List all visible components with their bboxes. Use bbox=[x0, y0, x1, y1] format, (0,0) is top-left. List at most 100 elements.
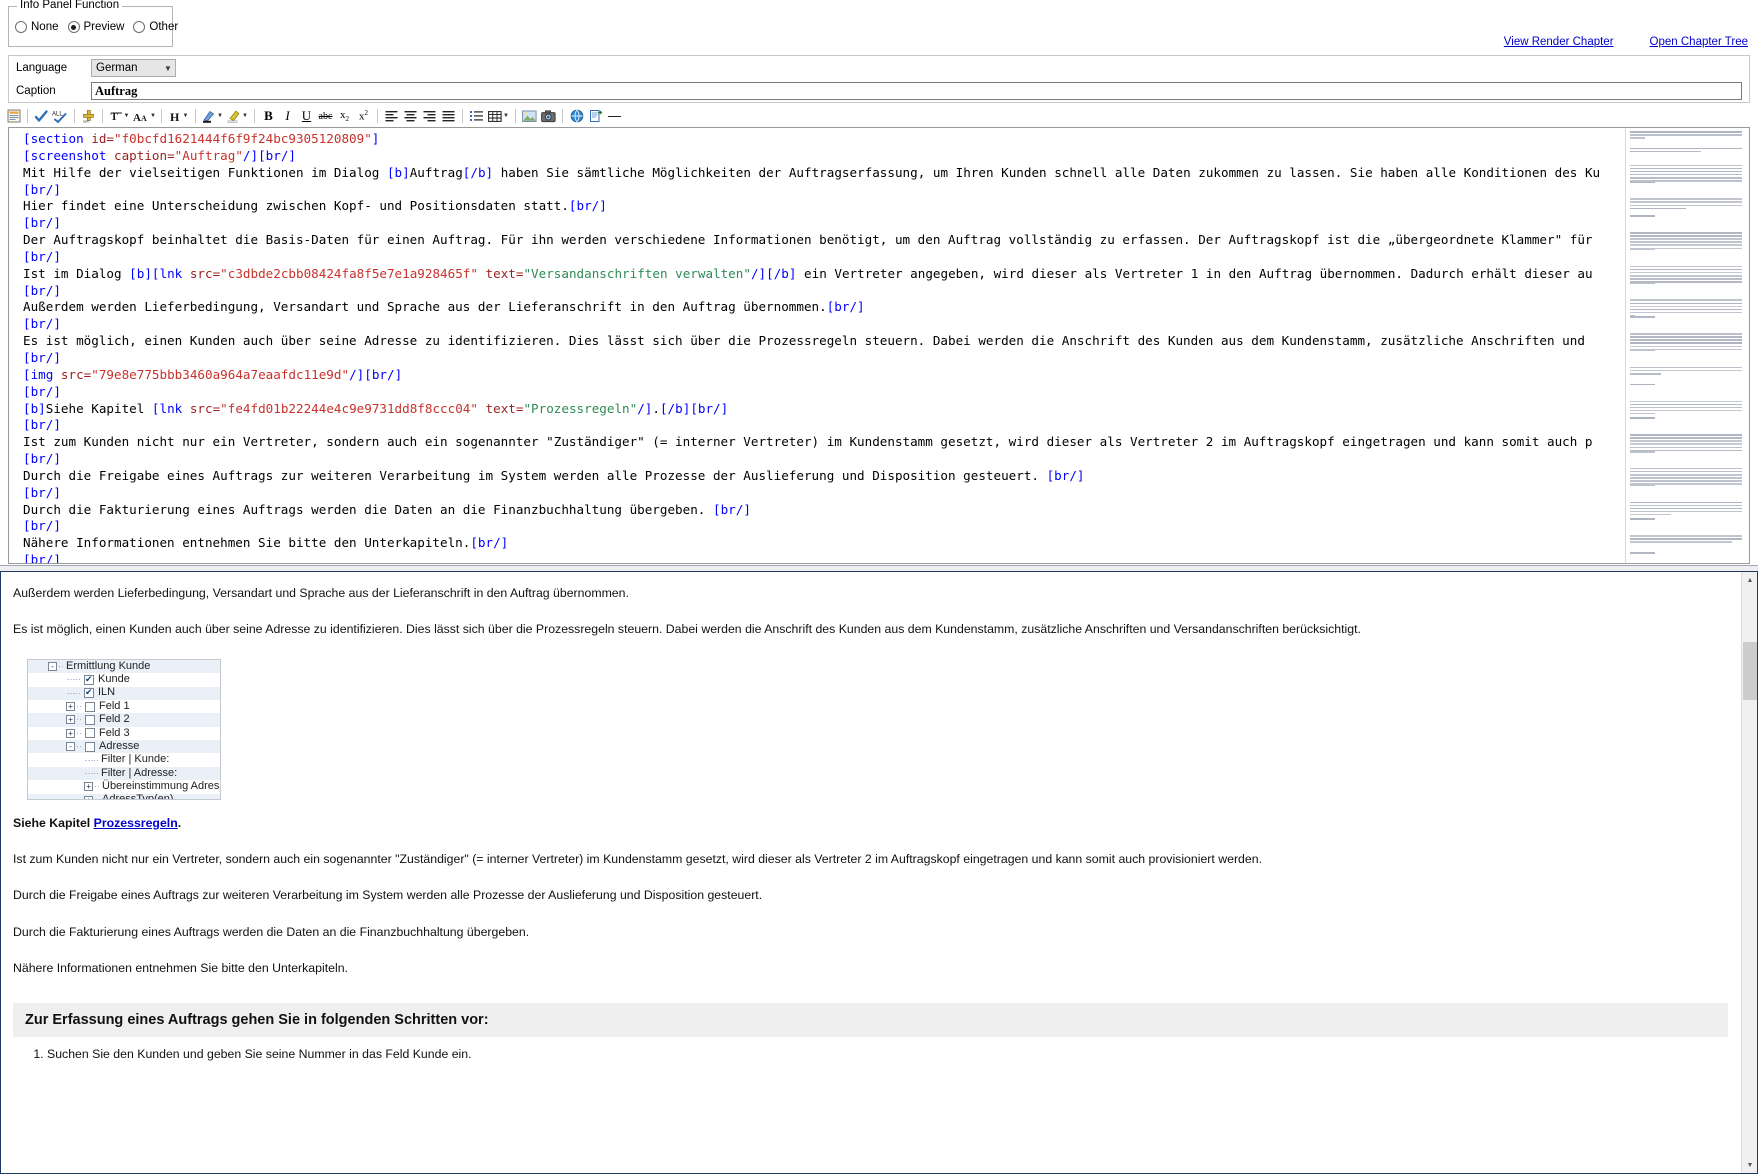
align-center-icon[interactable] bbox=[401, 107, 420, 125]
ermittlung-kunde-tree[interactable]: -··Ermittlung Kunde⋯··Kunde⋯··ILN+··Feld… bbox=[27, 659, 221, 800]
tree-node[interactable]: + ·· Feld 3 bbox=[28, 727, 220, 740]
align-right-icon[interactable] bbox=[420, 107, 439, 125]
prozessregeln-link[interactable]: Prozessregeln bbox=[94, 816, 178, 830]
preview-paragraph: Ist zum Kunden nicht nur ein Vertreter, … bbox=[13, 852, 1728, 867]
minimap-line bbox=[1626, 131, 1749, 148]
siehe-kapitel-prefix: Siehe Kapitel bbox=[13, 816, 94, 830]
tree-node-checkbox[interactable] bbox=[85, 715, 95, 725]
collapse-icon[interactable]: - bbox=[48, 662, 57, 671]
highlight-pen-icon[interactable]: ▼ bbox=[200, 107, 225, 125]
code-line: [br/] bbox=[23, 552, 1626, 563]
preview-vertical-scrollbar[interactable]: ▲ ▼ bbox=[1741, 572, 1757, 1173]
align-left-icon[interactable] bbox=[382, 107, 401, 125]
tree-node[interactable]: ⋯·· Kunde bbox=[28, 673, 220, 686]
code-line: Ist im Dialog [b][lnk src="c3dbde2cbb084… bbox=[23, 266, 1626, 283]
insert-section-icon[interactable] bbox=[4, 107, 23, 125]
chevron-down-icon[interactable]: ▼ bbox=[503, 113, 509, 119]
tree-node[interactable]: + ·· Feld 1 bbox=[28, 700, 220, 713]
expand-icon[interactable]: + bbox=[66, 729, 75, 738]
code-line: Durch die Freigabe eines Auftrags zur we… bbox=[23, 468, 1626, 485]
align-justify-icon[interactable] bbox=[439, 107, 458, 125]
tree-node[interactable]: +··AdressTyp(en) bbox=[28, 794, 220, 800]
tree-node-checkbox[interactable] bbox=[84, 675, 94, 685]
code-line: [br/] bbox=[23, 249, 1626, 266]
insert-section-marker-icon[interactable]: sec bbox=[79, 107, 98, 125]
chevron-down-icon[interactable]: ▼ bbox=[242, 113, 248, 119]
insert-image-icon[interactable] bbox=[520, 107, 539, 125]
code-line: Außerdem werden Lieferbedingung, Versand… bbox=[23, 299, 1626, 316]
caption-input[interactable] bbox=[91, 82, 1742, 100]
tree-node[interactable]: ⋯ ·· Filter | Adresse: bbox=[28, 767, 220, 780]
minimap-line bbox=[1626, 198, 1749, 215]
chevron-down-icon[interactable]: ▼ bbox=[124, 113, 130, 119]
tree-node[interactable]: + ·· Feld 2 bbox=[28, 713, 220, 726]
scrollbar-thumb[interactable] bbox=[1743, 642, 1757, 700]
spellcheck-icon[interactable] bbox=[32, 107, 51, 125]
collapse-icon[interactable]: - bbox=[66, 742, 75, 751]
tree-node-label: Adresse bbox=[98, 740, 139, 754]
code-minimap[interactable] bbox=[1625, 128, 1749, 563]
expand-icon[interactable]: + bbox=[66, 702, 75, 711]
code-line: [br/] bbox=[23, 451, 1626, 468]
spellcheck-all-icon[interactable]: ALL bbox=[51, 107, 70, 125]
top-links: View Render Chapter Open Chapter Tree bbox=[1504, 36, 1748, 48]
view-render-chapter-link[interactable]: View Render Chapter bbox=[1504, 36, 1614, 48]
insert-screenshot-icon[interactable] bbox=[539, 107, 558, 125]
tree-node[interactable]: - ·· Adresse bbox=[28, 740, 220, 753]
minimap-line bbox=[1626, 502, 1749, 519]
tree-node-checkbox[interactable] bbox=[84, 688, 94, 698]
tree-connector-icon: ·· bbox=[76, 714, 82, 725]
code-line: [br/] bbox=[23, 182, 1626, 199]
font-color-icon[interactable]: T ▼ bbox=[107, 107, 132, 125]
tree-connector-icon: ·· bbox=[76, 701, 82, 712]
code-line: [br/] bbox=[23, 518, 1626, 535]
tree-node-checkbox[interactable] bbox=[85, 742, 95, 752]
radio-other-indicator[interactable] bbox=[133, 21, 145, 33]
source-code-editor[interactable]: [section id="f0bcfd1621444f6f9f24bc93051… bbox=[8, 127, 1750, 564]
tree-connector-icon: ·· bbox=[94, 795, 100, 800]
svg-text:sec: sec bbox=[83, 118, 89, 123]
minimap-line bbox=[1626, 182, 1749, 199]
text-highlight-icon[interactable]: ▼ bbox=[225, 107, 250, 125]
superscript-icon[interactable]: x2 bbox=[354, 107, 373, 125]
expand-icon[interactable]: + bbox=[84, 796, 93, 800]
source-code-text[interactable]: [section id="f0bcfd1621444f6f9f24bc93051… bbox=[9, 128, 1626, 563]
tree-node-checkbox[interactable] bbox=[85, 702, 95, 712]
tree-node[interactable]: ⋯ ·· Filter | Kunde: bbox=[28, 753, 220, 766]
radio-option-none[interactable]: None bbox=[15, 21, 59, 33]
chevron-down-icon[interactable]: ▼ bbox=[183, 113, 189, 119]
tree-node[interactable]: + ·· Übereinstimmung Adresse bbox=[28, 780, 220, 793]
font-size-icon[interactable]: A A ▼ bbox=[132, 107, 157, 125]
horizontal-rule-icon[interactable]: — bbox=[605, 107, 624, 125]
tree-node-label: Filter | Kunde: bbox=[100, 753, 169, 767]
italic-icon[interactable]: I bbox=[278, 107, 297, 125]
radio-preview-indicator[interactable] bbox=[68, 21, 80, 33]
insert-link-icon[interactable] bbox=[567, 107, 586, 125]
expand-icon[interactable]: + bbox=[66, 715, 75, 724]
preview-pane: Außerdem werden Lieferbedingung, Versand… bbox=[0, 572, 1758, 1174]
radio-none-indicator[interactable] bbox=[15, 21, 27, 33]
radio-option-preview[interactable]: Preview bbox=[68, 21, 125, 33]
chevron-down-icon[interactable]: ▼ bbox=[150, 113, 156, 119]
scroll-up-icon[interactable]: ▲ bbox=[1742, 572, 1758, 588]
insert-reference-icon[interactable] bbox=[586, 107, 605, 125]
subscript-icon[interactable]: x2 bbox=[335, 107, 354, 125]
bullet-list-icon[interactable] bbox=[467, 107, 486, 125]
bold-icon[interactable]: B bbox=[259, 107, 278, 125]
tree-node[interactable]: ⋯·· ILN bbox=[28, 687, 220, 700]
strikethrough-icon[interactable]: abc bbox=[316, 107, 335, 125]
tree-node[interactable]: - ·· Ermittlung Kunde bbox=[28, 660, 220, 673]
open-chapter-tree-link[interactable]: Open Chapter Tree bbox=[1650, 36, 1748, 48]
minimap-line bbox=[1626, 316, 1749, 333]
language-select[interactable]: German ▼ bbox=[91, 59, 176, 77]
pane-splitter[interactable] bbox=[0, 565, 1758, 572]
underline-icon[interactable]: U bbox=[297, 107, 316, 125]
table-icon[interactable]: ▼ bbox=[486, 107, 511, 125]
tree-connector-icon: ·· bbox=[93, 768, 99, 779]
heading-icon[interactable]: H ▼ bbox=[166, 107, 191, 125]
scroll-down-icon[interactable]: ▼ bbox=[1742, 1157, 1758, 1173]
radio-option-other[interactable]: Other bbox=[133, 21, 178, 33]
expand-icon[interactable]: + bbox=[84, 782, 93, 791]
tree-node-checkbox[interactable] bbox=[85, 728, 95, 738]
chevron-down-icon[interactable]: ▼ bbox=[217, 113, 223, 119]
